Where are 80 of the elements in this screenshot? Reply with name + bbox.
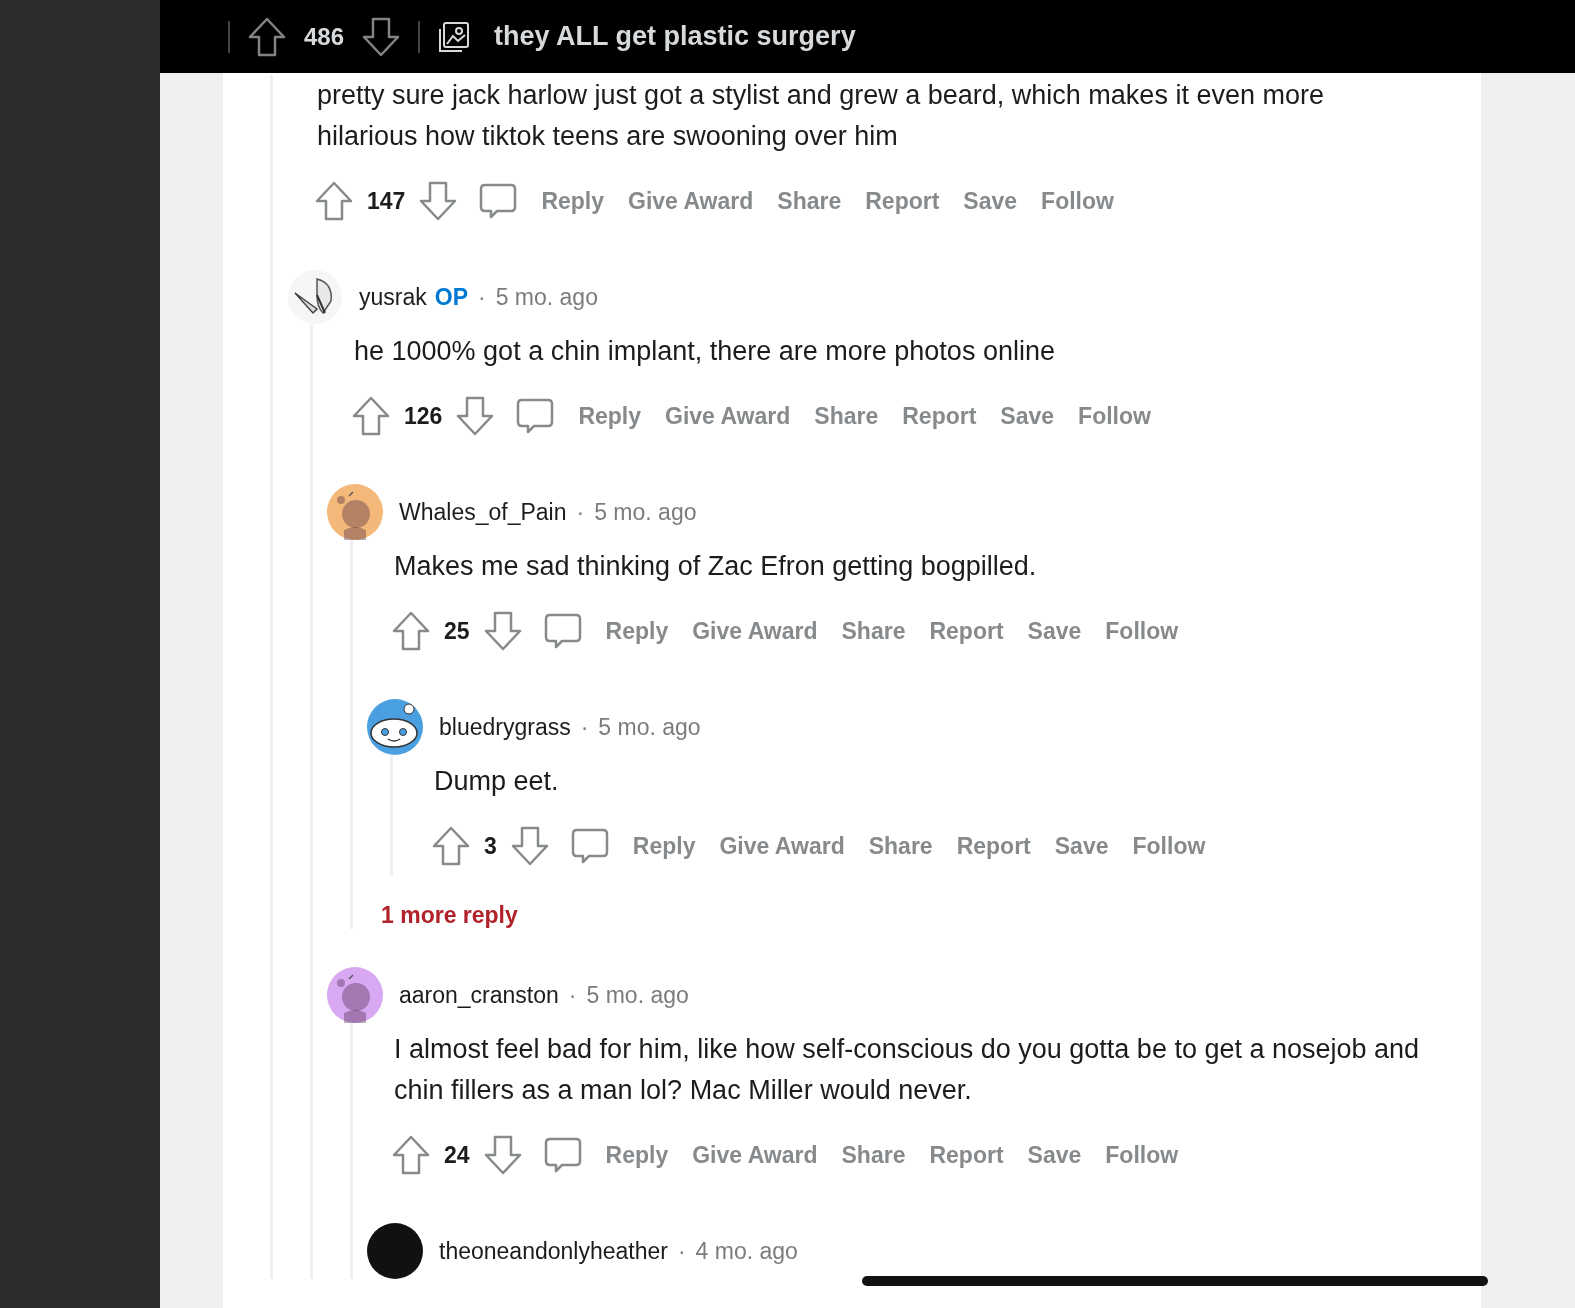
vote-count: 3 [484,832,497,860]
action-link[interactable]: Give Award [692,1141,818,1169]
action-link[interactable]: Save [1054,832,1109,860]
upvote-icon[interactable] [392,1135,430,1175]
action-link[interactable]: Report [929,1141,1004,1169]
comment-text: Makes me sad thinking of Zac Efron getting bogpilled. [393,550,1038,583]
vote-count: 24 [444,1141,470,1169]
action-link[interactable]: Save [1027,1141,1082,1169]
upvote-icon[interactable] [352,396,390,436]
action-link[interactable]: Report [929,617,1004,645]
op-label: OP [434,283,468,311]
username[interactable]: theoneandonlyheather [439,1237,668,1265]
action-link[interactable]: Save [1027,617,1082,645]
action-link[interactable]: Give Award [628,187,754,215]
vote-count: 486 [304,22,345,51]
comment-icon[interactable] [543,613,582,649]
comment-icon[interactable] [570,828,609,864]
post-title[interactable]: they ALL get plastic surgery [494,21,856,52]
comment-icon[interactable] [516,398,555,434]
vote-count: 147 [367,187,406,215]
separator-dot: · [568,981,577,1009]
vote-count: 25 [444,617,470,645]
comment-text: he 1000% got a chin implant, there are more photos online [353,335,1056,368]
comment-time: 5 mo. ago [598,713,701,741]
action-link[interactable]: Save [963,187,1018,215]
action-link[interactable]: Give Award [719,832,845,860]
user-avatar[interactable] [367,1223,423,1279]
image-post-icon [438,20,471,53]
action-link[interactable]: Follow [1078,402,1151,430]
downvote-icon[interactable] [483,611,522,651]
action-link[interactable]: Follow [1105,617,1179,645]
comment-icon[interactable] [479,183,518,219]
user-avatar[interactable] [367,699,423,755]
comment-time: 5 mo. ago [586,981,689,1009]
username[interactable]: aaron_cranston [399,981,559,1009]
comment-time: 5 mo. ago [495,283,598,311]
comment-text: I almost feel bad for him, like how self-conscious do you gotta be to get a nosejob and chin fillers as a man lol? Mac Miller would never. [393,1033,1421,1107]
comment-time: 4 mo. ago [695,1237,798,1265]
separator-dot: · [478,283,486,311]
action-link[interactable]: Share [841,1141,906,1169]
upvote-icon[interactable] [248,16,286,57]
downvote-icon[interactable] [456,396,495,436]
action-link[interactable]: Share [814,402,879,430]
username[interactable]: yusrak [359,283,427,311]
upvote-icon[interactable] [315,181,353,221]
separator-dot: · [576,498,585,526]
action-link[interactable]: Reply [605,617,669,645]
action-link[interactable]: Reply [541,187,604,215]
action-link[interactable]: Follow [1105,1141,1179,1169]
action-link[interactable]: Reply [578,402,641,430]
comment-icon[interactable] [543,1137,582,1173]
vote-count: 126 [404,402,443,430]
action-link[interactable]: Follow [1041,187,1114,215]
action-link[interactable]: Give Award [665,402,791,430]
upvote-icon[interactable] [392,611,430,651]
action-link[interactable]: Follow [1132,832,1206,860]
downvote-icon[interactable] [510,826,549,866]
action-link[interactable]: Share [868,832,933,860]
comment-time: 5 mo. ago [594,498,697,526]
more-replies-link[interactable]: 1 more reply [381,902,518,929]
username[interactable]: Whales_of_Pain [399,498,567,526]
action-link[interactable]: Give Award [692,617,818,645]
action-link[interactable]: Share [777,187,842,215]
downvote-icon[interactable] [419,181,458,221]
action-link[interactable]: Reply [632,832,696,860]
action-link[interactable]: Reply [605,1141,669,1169]
upvote-icon[interactable] [432,826,470,866]
action-link[interactable]: Save [1000,402,1055,430]
action-link[interactable]: Report [956,832,1031,860]
action-link[interactable]: Report [865,187,940,215]
comment-text: pretty sure jack harlow just got a stylist and grew a beard, which makes it even more hilarious how tiktok teens are swooning over him [316,79,1325,153]
downvote-icon[interactable] [362,16,401,57]
separator-dot: · [580,713,589,741]
comment-text: Dump eet. [433,765,560,798]
user-avatar[interactable] [287,269,343,325]
username[interactable]: bluedrygrass [439,713,571,741]
downvote-icon[interactable] [483,1135,522,1175]
action-link[interactable]: Report [902,402,977,430]
separator-dot: · [677,1237,686,1265]
action-link[interactable]: Share [841,617,906,645]
